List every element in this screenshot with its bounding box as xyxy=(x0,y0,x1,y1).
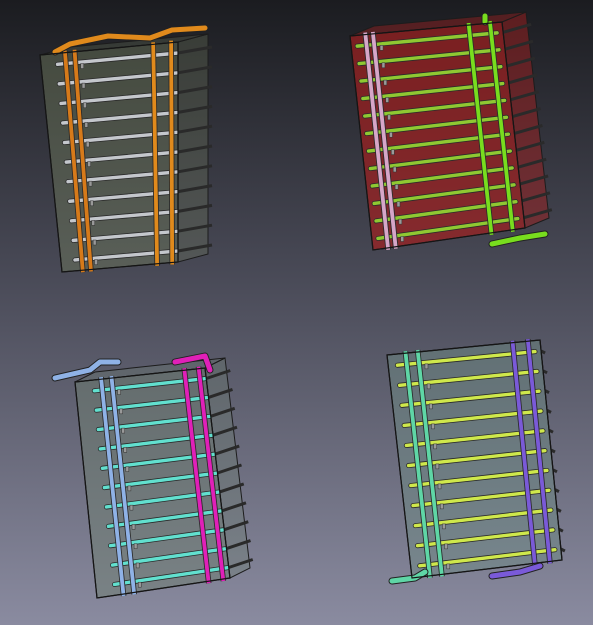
rung-support xyxy=(437,483,442,490)
rung-support xyxy=(127,485,132,492)
rung-support xyxy=(84,122,89,128)
rung-support xyxy=(435,463,440,470)
rung-support xyxy=(431,423,435,430)
rung-support xyxy=(83,102,87,108)
rung-support xyxy=(426,383,431,390)
rung-support xyxy=(385,97,389,103)
rung-support xyxy=(135,562,140,569)
rung-support xyxy=(383,79,388,86)
rung-support xyxy=(94,259,98,265)
rung-support xyxy=(92,239,97,246)
rung-support xyxy=(379,45,384,51)
rung-support xyxy=(91,220,96,226)
rung-support xyxy=(85,141,90,148)
rung-support xyxy=(398,218,403,225)
rung-support xyxy=(80,63,84,69)
3d-viewport[interactable] xyxy=(0,0,593,625)
rung-support xyxy=(137,581,142,588)
rung-support xyxy=(446,563,451,570)
rung-support xyxy=(424,363,429,370)
rung-support xyxy=(87,161,91,167)
model-bottom-right[interactable] xyxy=(386,338,566,585)
rung-support xyxy=(444,543,448,550)
rung-support xyxy=(391,149,395,155)
rung-support xyxy=(389,131,393,138)
rung-support xyxy=(394,184,399,190)
rung-support xyxy=(381,62,386,68)
rung-support xyxy=(442,523,446,530)
rung-support xyxy=(400,236,404,242)
cad-scene[interactable] xyxy=(0,0,593,625)
right-rail xyxy=(169,40,175,265)
model-top-right[interactable] xyxy=(349,11,553,251)
rung-support xyxy=(81,82,86,89)
rung-support xyxy=(392,166,397,173)
rung-support xyxy=(123,447,128,453)
rung-support xyxy=(396,201,401,207)
model-bottom-left[interactable] xyxy=(51,352,254,599)
rung-support xyxy=(125,466,130,472)
rung-support xyxy=(433,443,437,450)
rung-support xyxy=(387,114,391,121)
rung-support xyxy=(88,180,93,187)
rung-support xyxy=(429,403,433,410)
rung-support xyxy=(119,408,123,415)
rung-support xyxy=(131,524,136,530)
rung-support xyxy=(439,503,444,510)
model-top-left[interactable] xyxy=(39,24,213,273)
rung-support xyxy=(117,389,121,395)
rung-support xyxy=(129,504,134,511)
rung-support xyxy=(121,427,125,434)
rung-support xyxy=(90,200,94,207)
rung-support xyxy=(133,543,138,549)
